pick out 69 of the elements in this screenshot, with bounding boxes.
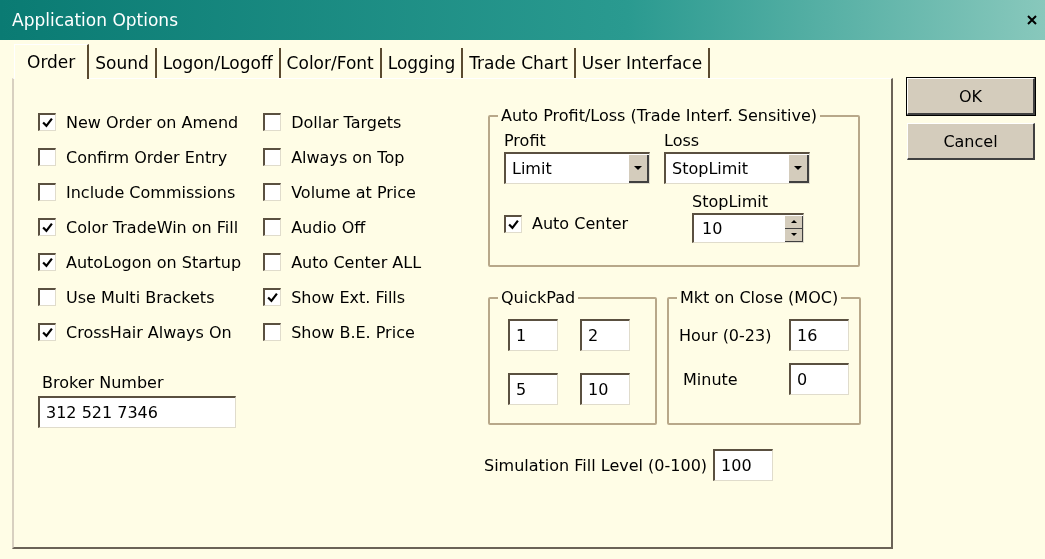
checkbox-label: Auto Center ALL — [291, 252, 422, 272]
quickpad-field[interactable]: 1 — [508, 319, 558, 351]
checkbox[interactable] — [263, 218, 282, 236]
checkbox[interactable] — [38, 323, 56, 341]
checkbox-label: CrossHair Always On — [66, 322, 232, 342]
field-label: Simulation Fill Level (0-100) — [484, 455, 708, 475]
dropdown-arrow-button[interactable] — [789, 154, 809, 183]
stop-limit-spinner[interactable]: 10 — [692, 213, 804, 243]
checkbox-label: AutoLogon on Startup — [66, 252, 242, 272]
caret-down-icon — [634, 165, 642, 170]
checkbox-label: Confirm Order Entry — [66, 147, 228, 167]
spin-up-button[interactable] — [785, 215, 803, 229]
field-label: Profit — [504, 131, 547, 150]
group-title: Mkt on Close (MOC) — [677, 288, 842, 307]
check-icon — [42, 117, 53, 128]
checkbox-label: Show Ext. Fills — [291, 287, 406, 307]
checkbox[interactable] — [38, 183, 56, 201]
checkbox[interactable] — [263, 113, 282, 131]
quickpad-field[interactable]: 2 — [580, 319, 630, 351]
checkbox[interactable] — [263, 288, 282, 306]
loss-dropdown[interactable]: StopLimit — [664, 152, 810, 184]
quickpad-field[interactable]: 5 — [508, 373, 558, 405]
field-label: Minute — [682, 369, 739, 389]
checkbox-label: Use Multi Brackets — [66, 287, 215, 307]
checkbox-label: Color TradeWin on Fill — [66, 217, 239, 237]
group-title: Auto Profit/Loss (Trade Interf. Sensitive) — [498, 106, 821, 125]
dropdown-arrow-button[interactable] — [629, 154, 649, 183]
checkbox-label: New Order on Amend — [66, 112, 239, 132]
group-title: QuickPad — [498, 288, 579, 307]
caret-down-icon — [794, 165, 802, 170]
field-label: StopLimit — [692, 192, 769, 211]
check-icon — [267, 292, 279, 303]
checkbox[interactable] — [38, 288, 56, 306]
checkbox[interactable] — [38, 218, 56, 236]
checkbox[interactable] — [38, 148, 56, 166]
checkbox[interactable] — [38, 253, 56, 271]
check-icon — [42, 222, 53, 233]
quickpad-field[interactable]: 10 — [580, 373, 630, 405]
check-icon — [508, 218, 519, 230]
checkbox[interactable] — [263, 253, 282, 271]
checkbox-label: Volume at Price — [291, 182, 416, 202]
hour-field[interactable]: 16 — [789, 319, 849, 351]
checkbox-label: Dollar Targets — [291, 112, 402, 132]
tab[interactable]: Order — [14, 44, 90, 79]
broker-number-field[interactable]: 312 521 7346 — [38, 396, 236, 428]
checkbox[interactable] — [263, 183, 282, 201]
dialog-button[interactable]: Cancel — [907, 123, 1035, 160]
check-icon — [42, 327, 53, 338]
checkbox-label: Show B.E. Price — [291, 322, 415, 342]
check-icon — [42, 257, 53, 268]
checkbox[interactable] — [38, 113, 56, 131]
caret-down-icon — [790, 233, 797, 236]
checkbox-label: Include Commissions — [66, 182, 236, 202]
field-label: Broker Number — [42, 373, 165, 392]
checkbox[interactable] — [263, 148, 282, 166]
window-title: Application Options — [12, 10, 178, 30]
field-label: Hour (0-23) — [679, 325, 773, 345]
close-icon[interactable] — [1027, 15, 1037, 25]
checkbox-label: Audio Off — [291, 217, 366, 237]
dialog-button[interactable]: OK — [907, 78, 1035, 115]
caret-up-icon — [790, 220, 797, 223]
field-label: Loss — [664, 131, 701, 150]
checkbox-label: Always on Top — [291, 147, 405, 167]
checkbox-label: Auto Center — [532, 214, 629, 233]
checkbox[interactable] — [263, 323, 282, 341]
profit-dropdown[interactable]: Limit — [504, 152, 650, 184]
simulation-fill-field[interactable]: 100 — [713, 449, 774, 481]
checkbox[interactable] — [504, 214, 522, 233]
minute-field[interactable]: 0 — [789, 363, 849, 395]
